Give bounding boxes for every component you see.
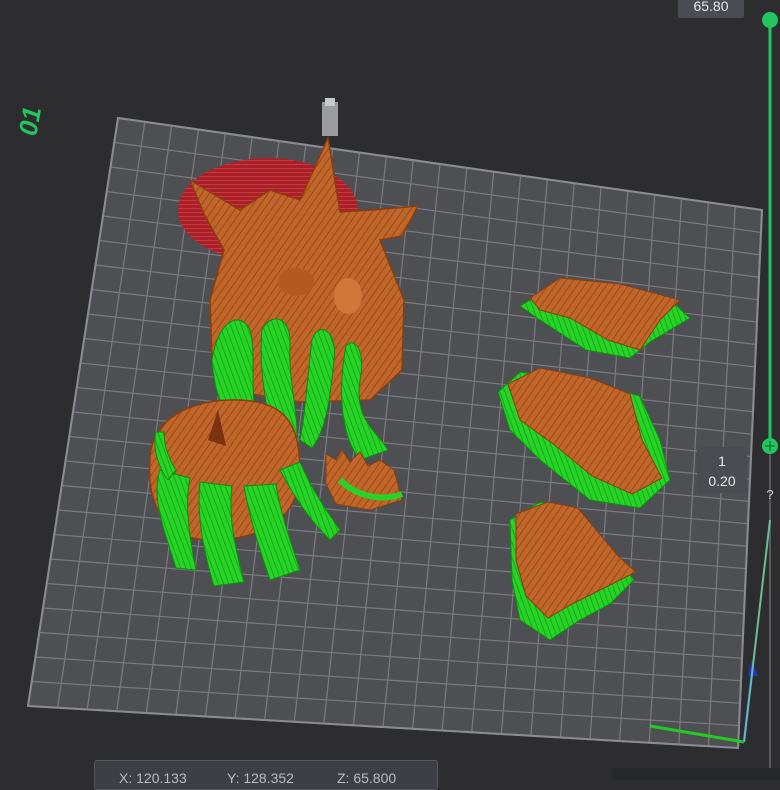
status-corner xyxy=(612,768,780,780)
bottom-layer-height: 0.20 xyxy=(708,473,736,489)
scene-svg: 01 xyxy=(13,12,778,780)
layer-bottom-label: 1 0.20 xyxy=(697,447,747,493)
bottom-layer-number: 1 xyxy=(718,453,726,469)
coord-y: Y: 128.352 xyxy=(227,770,294,786)
nozzle-marker xyxy=(322,102,338,136)
3d-viewport[interactable]: 01 65.80 1 0.20 ? X: 120.133 Y: 128.352 … xyxy=(0,0,780,790)
coord-z: Z: 65.800 xyxy=(337,770,397,786)
coord-x: X: 120.133 xyxy=(119,770,187,786)
layer-top-label: 65.80 xyxy=(678,0,744,18)
help-button[interactable]: ? xyxy=(760,486,780,504)
slider-handle-top-icon[interactable] xyxy=(762,12,778,28)
cursor-coordinates: X: 120.133 Y: 128.352 Z: 65.800 xyxy=(94,760,438,790)
plate-label: 01 xyxy=(13,101,46,140)
layer-slider[interactable] xyxy=(762,12,778,780)
